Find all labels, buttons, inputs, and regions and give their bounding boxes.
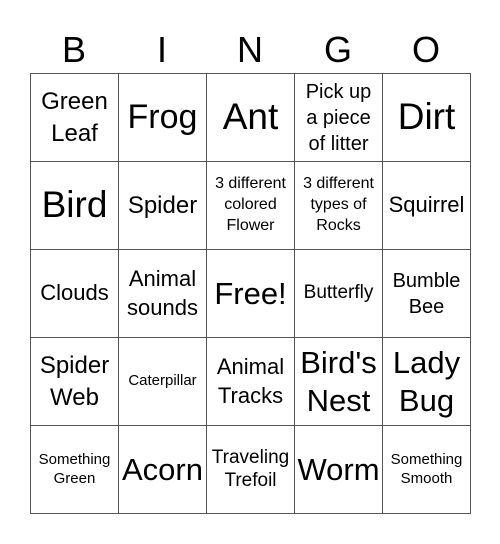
bingo-cell[interactable]: Caterpillar: [119, 338, 207, 426]
bingo-cell[interactable]: Acorn: [119, 426, 207, 514]
bingo-cell[interactable]: Bird: [31, 162, 119, 250]
header-letter-n: N: [237, 29, 263, 70]
header-letter-b: B: [61, 29, 86, 70]
header-letter-o: O: [411, 29, 440, 70]
bingo-cell[interactable]: Animal Tracks: [207, 338, 295, 426]
bingo-cell[interactable]: Traveling Trefoil: [207, 426, 295, 514]
bingo-cell[interactable]: 3 different types of Rocks: [295, 162, 383, 250]
bingo-cell[interactable]: Dirt: [383, 74, 471, 162]
bingo-cell[interactable]: Something Green: [31, 426, 119, 514]
header-letter-i: I: [156, 29, 167, 70]
bingo-cell[interactable]: Bird's Nest: [295, 338, 383, 426]
bingo-cell[interactable]: Spider: [119, 162, 207, 250]
bingo-cell[interactable]: Butterfly: [295, 250, 383, 338]
bingo-cell[interactable]: Bumble Bee: [383, 250, 471, 338]
bingo-cell[interactable]: Pick up a piece of litter: [295, 74, 383, 162]
bingo-cell[interactable]: 3 different colored Flower: [207, 162, 295, 250]
header-letter-g: G: [323, 29, 352, 70]
bingo-cell[interactable]: Something Smooth: [383, 426, 471, 514]
bingo-cell[interactable]: Frog: [119, 74, 207, 162]
bingo-cell[interactable]: Squirrel: [383, 162, 471, 250]
bingo-cell[interactable]: Worm: [295, 426, 383, 514]
bingo-grid: Green Leaf Frog Ant Pick up a piece of l…: [30, 73, 471, 514]
bingo-cell[interactable]: Green Leaf: [31, 74, 119, 162]
bingo-cell[interactable]: Lady Bug: [383, 338, 471, 426]
bingo-cell[interactable]: Ant: [207, 74, 295, 162]
bingo-cell[interactable]: Spider Web: [31, 338, 119, 426]
bingo-header: B I N G O: [30, 28, 470, 72]
bingo-cell[interactable]: Animal sounds: [119, 250, 207, 338]
bingo-cell[interactable]: Clouds: [31, 250, 119, 338]
free-space-cell[interactable]: Free!: [207, 250, 295, 338]
